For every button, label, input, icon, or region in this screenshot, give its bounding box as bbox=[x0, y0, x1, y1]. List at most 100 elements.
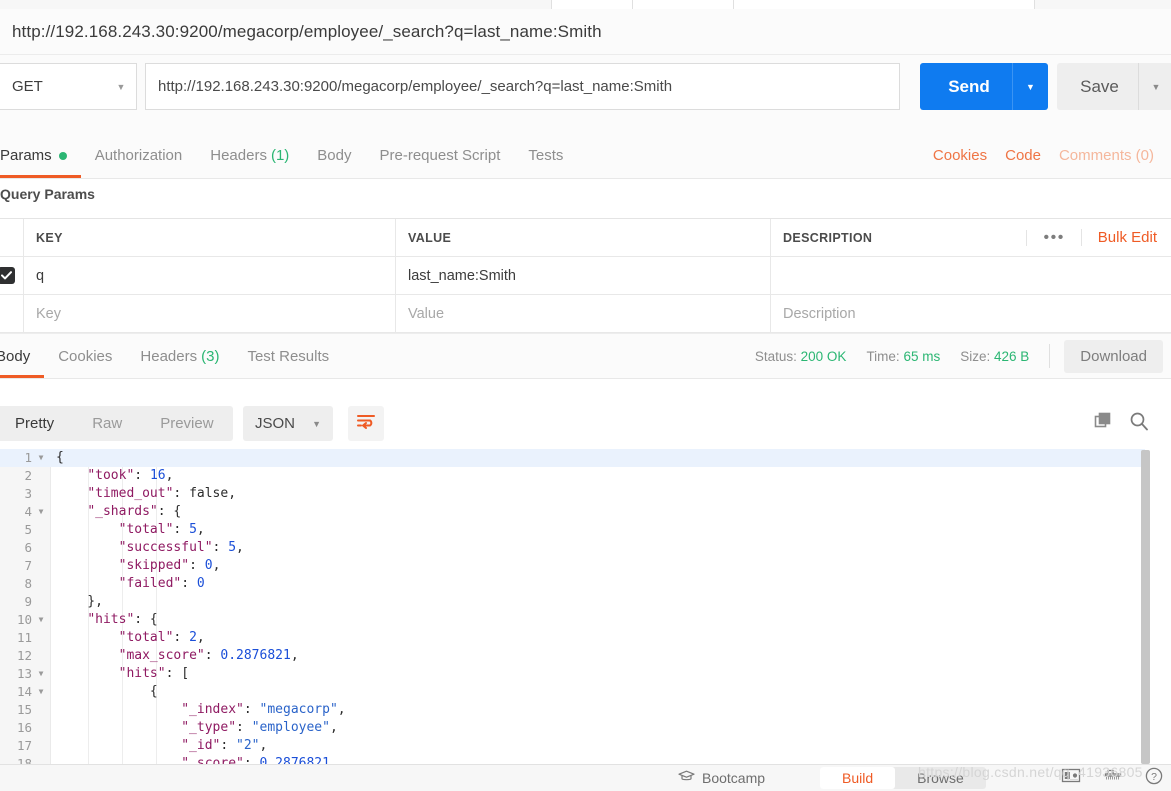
row-description-cell[interactable] bbox=[771, 257, 1171, 294]
code-line: 8 "failed": 0 bbox=[0, 575, 1145, 593]
tab-params[interactable]: Params bbox=[0, 133, 81, 178]
tab-sliver-3 bbox=[733, 0, 1035, 9]
view-mode-raw[interactable]: Raw bbox=[73, 406, 141, 441]
response-meta: Status: 200 OK Time: 65 ms Size: 426 B D… bbox=[755, 334, 1163, 378]
response-tab-test-results[interactable]: Test Results bbox=[233, 334, 343, 378]
copy-icon[interactable] bbox=[1093, 411, 1113, 436]
empty-row-checkbox-cell[interactable] bbox=[0, 295, 24, 332]
header-description-label: DESCRIPTION bbox=[783, 230, 873, 245]
request-tab-links: Cookies Code Comments (0) bbox=[924, 133, 1163, 178]
request-title: http://192.168.243.30:9200/megacorp/empl… bbox=[12, 21, 602, 41]
bootcamp-label: Bootcamp bbox=[702, 770, 766, 786]
trash-icon[interactable] bbox=[1103, 768, 1123, 788]
tab-headers[interactable]: Headers (1) bbox=[196, 133, 303, 178]
fold-toggle-icon[interactable]: ▼ bbox=[34, 449, 48, 467]
build-tab[interactable]: Build bbox=[820, 767, 896, 789]
comments-link[interactable]: Comments (0) bbox=[1050, 147, 1163, 164]
browse-tab[interactable]: Browse bbox=[895, 767, 986, 789]
graduation-cap-icon bbox=[678, 770, 695, 786]
view-mode-pretty[interactable]: Pretty bbox=[0, 406, 74, 441]
tab-pre-request-script[interactable]: Pre-request Script bbox=[366, 133, 515, 178]
fold-toggle-icon[interactable]: ▼ bbox=[34, 665, 48, 683]
view-mode-preview[interactable]: Preview bbox=[141, 406, 232, 441]
tab-body[interactable]: Body bbox=[303, 133, 365, 178]
save-options-chevron-down-icon[interactable]: ▼ bbox=[1139, 82, 1171, 92]
request-title-bar: http://192.168.243.30:9200/megacorp/empl… bbox=[0, 9, 1171, 55]
response-tab-cookies[interactable]: Cookies bbox=[44, 334, 126, 378]
code-line: 10 ▼ "hits": { bbox=[0, 611, 1145, 629]
header-value-label: VALUE bbox=[408, 230, 452, 245]
code-link[interactable]: Code bbox=[996, 147, 1050, 164]
empty-row-description-placeholder: Description bbox=[783, 305, 856, 322]
code-line-text: "total": 5, bbox=[118, 522, 205, 537]
save-button[interactable]: Save ▼ bbox=[1057, 63, 1171, 110]
code-line-text: "max_score": 0.2876821, bbox=[118, 648, 299, 663]
code-line-text: "successful": 5, bbox=[118, 540, 244, 555]
code-line-text: "_id": "2", bbox=[181, 738, 268, 753]
fold-toggle-icon[interactable]: ▼ bbox=[34, 503, 48, 521]
svg-text:?: ? bbox=[1151, 771, 1157, 783]
code-line: 14 ▼ { bbox=[0, 683, 1145, 701]
response-body-code[interactable]: 1 ▼{2 "took": 16, 3 "timed_out": false, 4 ▼ … bbox=[0, 449, 1171, 765]
row-checkbox-cell[interactable] bbox=[0, 257, 24, 294]
line-number: 13 bbox=[16, 666, 32, 681]
line-number: 1 bbox=[24, 450, 32, 465]
row-value-cell[interactable]: last_name:Smith bbox=[396, 257, 771, 294]
code-line: 11 "total": 2, bbox=[0, 629, 1145, 647]
tab-sliver-1 bbox=[551, 0, 633, 9]
empty-row-value-input[interactable]: Value bbox=[396, 295, 771, 332]
word-wrap-button[interactable] bbox=[348, 406, 384, 441]
response-toolbar-icons bbox=[1093, 406, 1149, 441]
send-options-chevron-down-icon[interactable]: ▼ bbox=[1013, 82, 1048, 92]
postman-window: http://192.168.243.30:9200/megacorp/empl… bbox=[0, 0, 1171, 791]
row-key-cell[interactable]: q bbox=[24, 257, 396, 294]
download-button[interactable]: Download bbox=[1064, 339, 1163, 373]
response-tab-headers[interactable]: Headers (3) bbox=[126, 334, 233, 378]
tab-tests[interactable]: Tests bbox=[514, 133, 577, 178]
line-number: 7 bbox=[24, 558, 32, 573]
response-body-toolbar: Pretty Raw Preview JSON ▼ bbox=[0, 396, 1171, 451]
two-pane-layout-icon[interactable] bbox=[1061, 768, 1081, 788]
row-value-value: last_name:Smith bbox=[408, 267, 516, 284]
empty-row-description-input[interactable]: Description bbox=[771, 295, 1171, 332]
bulk-edit-button[interactable]: Bulk Edit bbox=[1080, 229, 1163, 246]
table-row: q last_name:Smith bbox=[0, 257, 1171, 295]
fold-toggle-icon[interactable]: ▼ bbox=[34, 611, 48, 629]
send-button[interactable]: Send ▼ bbox=[920, 63, 1048, 110]
code-line-text: "failed": 0 bbox=[118, 576, 205, 591]
tab-headers-count: (1) bbox=[270, 147, 290, 164]
table-header-row: KEY VALUE DESCRIPTION ••• Bulk Edit bbox=[0, 219, 1171, 257]
header-description-cell: DESCRIPTION ••• Bulk Edit bbox=[771, 219, 1171, 256]
time-label: Time: bbox=[866, 348, 900, 364]
http-method-value: GET bbox=[12, 78, 43, 95]
line-number: 5 bbox=[24, 522, 32, 537]
response-scrollbar[interactable] bbox=[1141, 450, 1150, 764]
code-line: 13 ▼ "hits": [ bbox=[0, 665, 1145, 683]
code-line: 9 }, bbox=[0, 593, 1145, 611]
line-number: 4 bbox=[24, 504, 32, 519]
code-line-text: "skipped": 0, bbox=[118, 558, 221, 573]
bootcamp-button[interactable]: Bootcamp bbox=[678, 770, 765, 786]
line-number: 3 bbox=[24, 486, 32, 501]
search-icon[interactable] bbox=[1129, 411, 1149, 436]
format-select[interactable]: JSON ▼ bbox=[243, 406, 333, 441]
more-options-icon[interactable]: ••• bbox=[1026, 229, 1080, 246]
help-icon[interactable]: ? bbox=[1145, 767, 1163, 790]
code-line: 2 "took": 16, bbox=[0, 467, 1145, 485]
code-line: 12 "max_score": 0.2876821, bbox=[0, 647, 1145, 665]
checkbox-checked-icon[interactable] bbox=[0, 267, 15, 284]
empty-row-key-input[interactable]: Key bbox=[24, 295, 396, 332]
divider bbox=[1049, 344, 1051, 368]
cookies-link[interactable]: Cookies bbox=[924, 147, 996, 164]
response-tab-body[interactable]: Body bbox=[0, 334, 45, 378]
url-input[interactable]: http://192.168.243.30:9200/megacorp/empl… bbox=[145, 63, 900, 110]
chevron-down-icon: ▼ bbox=[312, 418, 321, 429]
code-line: 15 "_index": "megacorp", bbox=[0, 701, 1145, 719]
fold-toggle-icon[interactable]: ▼ bbox=[34, 683, 48, 701]
http-method-select[interactable]: GET ▼ bbox=[0, 63, 137, 110]
tab-authorization[interactable]: Authorization bbox=[81, 133, 197, 178]
